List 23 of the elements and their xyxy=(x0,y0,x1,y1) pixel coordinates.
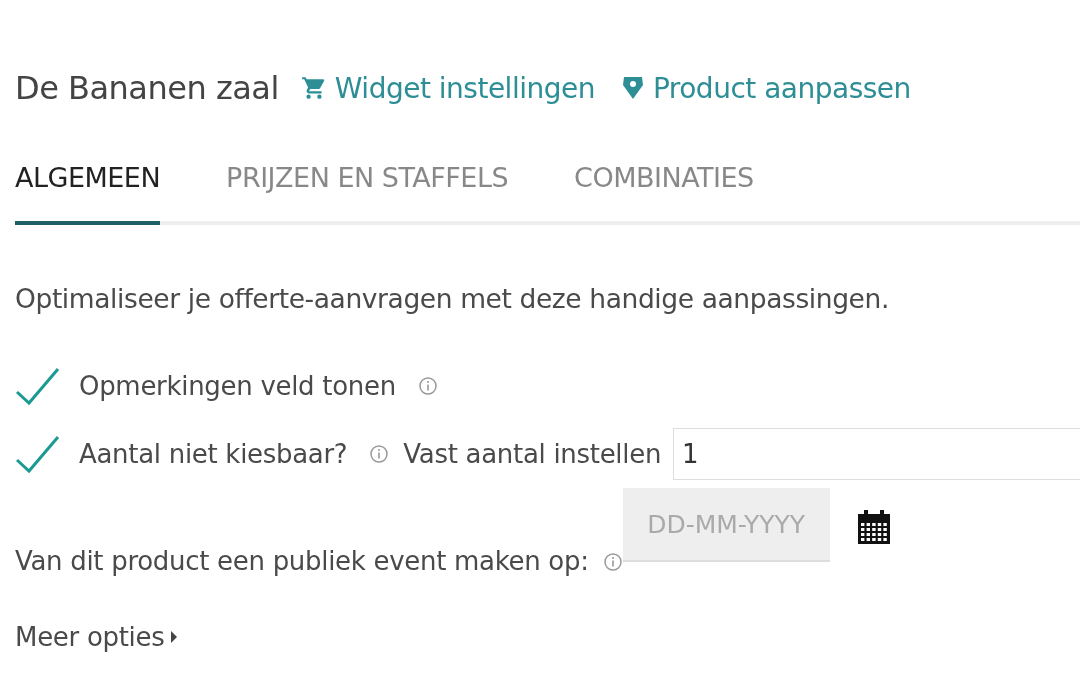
more-options-link[interactable]: Meer opties xyxy=(15,622,179,652)
shield-icon xyxy=(620,75,645,101)
tab[interactable]: ALGEMEEN xyxy=(15,162,161,225)
caret-icon xyxy=(170,630,179,644)
option-label: Aantal niet kiesbaar? xyxy=(79,439,348,469)
checkmark-icon[interactable] xyxy=(15,434,61,474)
checkmark-icon[interactable] xyxy=(15,366,61,406)
event-label: Van dit product een publiek event maken op: xyxy=(15,546,589,576)
info-icon xyxy=(417,376,438,396)
option-label: Opmerkingen veld tonen xyxy=(79,371,396,401)
field-label: Vast aantal instellen xyxy=(403,439,662,469)
tab[interactable]: PRIJZEN EN STAFFELS xyxy=(226,162,509,225)
date-field[interactable]: DD-MM-YYYY xyxy=(622,488,830,562)
info-icon xyxy=(602,552,623,572)
calendar-icon[interactable] xyxy=(857,510,890,544)
header-link[interactable]: Product aanpassen xyxy=(620,71,911,105)
input-field[interactable]: 1 xyxy=(673,428,1080,480)
tab[interactable]: COMBINATIES xyxy=(574,162,754,225)
header-link[interactable]: Widget instellingen xyxy=(300,71,595,105)
cart-icon xyxy=(300,75,327,101)
page-title: De Bananen zaal xyxy=(15,69,279,107)
intro-text: Optimaliseer je offerte-aanvragen met deze handige aanpassingen. xyxy=(15,283,890,314)
info-icon xyxy=(369,444,390,464)
